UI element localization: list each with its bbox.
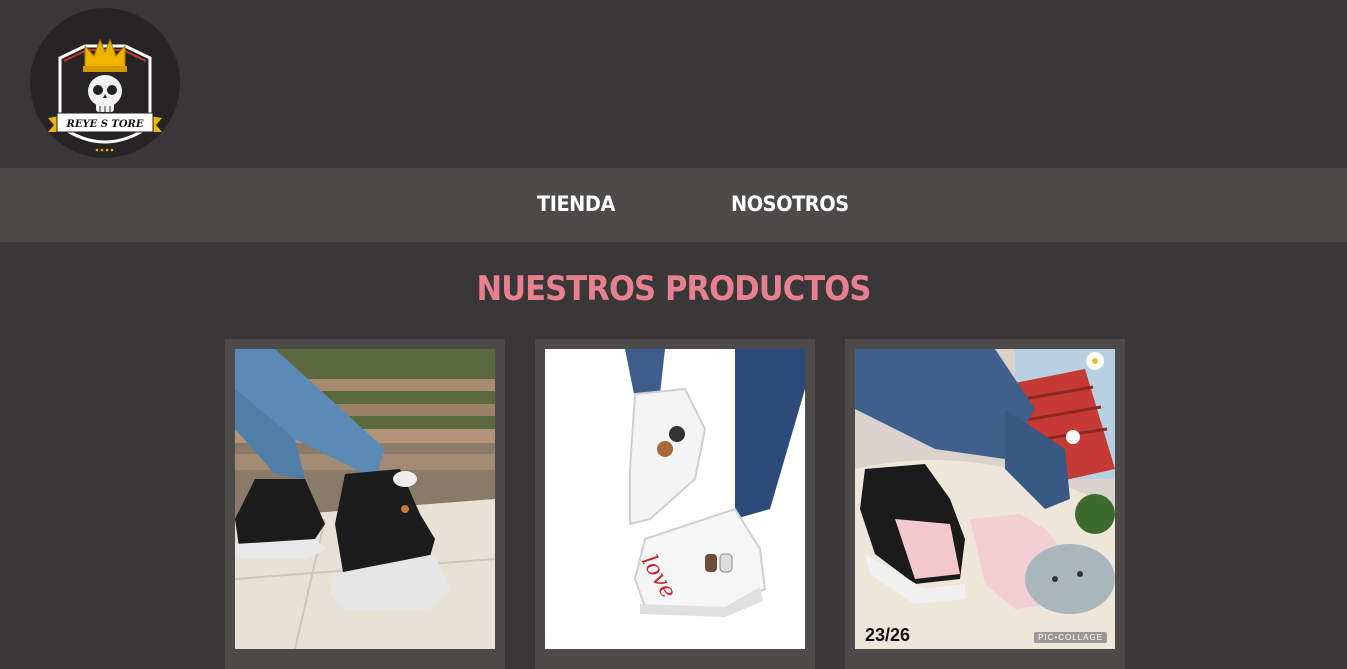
product-image[interactable]: 23/26 PIC•COLLAGE xyxy=(855,349,1115,649)
product-card[interactable] xyxy=(225,339,505,669)
logo-text: REYE S TORE xyxy=(66,119,144,130)
product-image[interactable]: love xyxy=(545,349,805,649)
main-nav: TIENDA NOSOTROS xyxy=(0,168,1347,242)
watermark-label: PIC•COLLAGE xyxy=(1034,632,1107,643)
store-logo[interactable]: REYE S TORE xyxy=(30,8,180,158)
product-card[interactable]: 23/26 PIC•COLLAGE xyxy=(845,339,1125,669)
section-title: NUESTROS PRODUCTOS xyxy=(476,269,872,309)
product-image[interactable] xyxy=(235,349,495,649)
size-label: 23/26 xyxy=(865,625,911,645)
nav-link-tienda[interactable]: TIENDA xyxy=(537,186,615,222)
nav-link-nosotros[interactable]: NOSOTROS xyxy=(731,186,849,222)
site-header: REYE S TORE xyxy=(0,0,1347,168)
product-card[interactable]: love xyxy=(535,339,815,669)
crowned-skull-icon: REYE S TORE xyxy=(48,38,162,152)
